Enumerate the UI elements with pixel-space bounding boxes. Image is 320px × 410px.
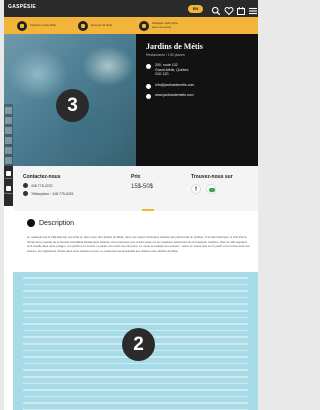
address-row: 200, route 132 Grand-Métis, Québec G0J 1… [146,63,258,77]
listing-photo[interactable]: 3 [4,34,136,166]
photo-thumbnail[interactable] [5,147,12,154]
send-listing-button[interactable]: Envoyer la fiche [78,20,123,31]
phone-row[interactable]: 418 775-2222 [23,183,74,188]
bullet-icon [27,219,35,227]
contact-heading: Contactez-nous [23,174,61,180]
share-icon [139,20,149,31]
save-icon [17,20,27,31]
rail-label-share: Partager [4,193,13,195]
description-header: Description [27,219,74,227]
globe-icon [146,93,151,99]
share-rail-icon[interactable] [6,186,11,191]
tripadvisor-icon[interactable] [206,184,216,194]
share-listing-button[interactable]: Partager cette fiche avec vos amis [139,20,184,31]
print-listing-label: Imprimer cette fiche [30,22,57,27]
price-value: 15$-50$ [131,184,154,190]
top-navigation-bar: GASPÉSIE EN [4,0,258,17]
listing-details: Contactez-nous 418 775-2222 Télécopieur … [13,166,258,211]
description-text: Le restaurant de la Villa Estevan est ni… [27,235,250,253]
calendar-icon[interactable] [236,3,246,15]
rail-label-contact: Contact [4,178,13,180]
email-row[interactable]: info@jardinsdemetis.com [146,83,258,89]
photo-thumbnail[interactable] [5,107,12,114]
language-toggle[interactable]: EN [188,5,203,13]
photo-thumbnail[interactable] [5,117,12,124]
listing-action-bar: Imprimer cette fiche Envoyer la fiche Pa… [4,17,258,34]
fax-number: Télécopieur : 418 775-6201 [31,191,74,196]
listing-title: Jardins de Métis [146,42,203,51]
phone-icon [23,183,28,188]
description-section: Description Le restaurant de la Villa Es… [13,211,258,272]
highlighted-content-region: 2 [13,272,258,410]
photo-thumbnail[interactable] [5,157,12,164]
logo-text: GASPÉSIE [8,4,36,10]
phone-number[interactable]: 418 775-2222 [31,184,53,188]
region-marker-badge: 2 [122,328,155,361]
print-listing-button[interactable]: Imprimer cette fiche [17,20,62,31]
menu-icon[interactable] [248,3,258,15]
send-icon [78,20,88,31]
photo-thumbnail[interactable] [5,127,12,134]
website-link[interactable]: www.jardinsdemetis.com [155,93,194,98]
fax-row: Télécopieur : 418 775-6201 [23,191,74,196]
fax-icon [23,191,28,196]
contact-section: Contactez-nous 418 775-2222 Télécopieur … [23,174,74,196]
heart-icon[interactable] [224,3,234,16]
email-icon [146,83,151,89]
location-pin-icon [146,64,151,69]
site-logo[interactable]: GASPÉSIE [8,4,36,11]
side-rail: Contact Partager [4,166,13,206]
listing-hero: 3 Jardins de Métis Restaurants / 130 pla… [4,34,258,166]
price-section: Prix 15$-50$ [131,174,153,190]
share-listing-label: Partager cette fiche avec vos amis [152,20,179,29]
photo-thumbnail[interactable] [5,137,12,144]
hero-marker-badge: 3 [56,89,89,122]
description-heading: Description [39,219,75,227]
photo-thumbnail-strip[interactable] [4,104,13,166]
social-heading: Trouvez-nous sur [191,174,233,180]
address-line: G0J 1Z0 [155,72,169,76]
address: 200, route 132 Grand-Métis, Québec G0J 1… [155,63,188,77]
search-icon[interactable] [211,3,221,16]
social-links: f [191,184,233,194]
email-link[interactable]: info@jardinsdemetis.com [155,83,194,88]
contact-rail-icon[interactable] [6,171,11,176]
website-row[interactable]: www.jardinsdemetis.com [146,93,258,99]
facebook-icon[interactable]: f [191,184,201,194]
listing-info-card: Jardins de Métis Restaurants / 130 place… [136,34,258,166]
listing-subtitle: Restaurants / 130 places [146,53,185,57]
price-heading: Prix [131,174,141,180]
listing-page: GASPÉSIE EN Imprimer cette fiche Envoyer… [4,0,258,410]
send-listing-label: Envoyer la fiche [91,22,113,27]
social-section: Trouvez-nous sur f [191,174,233,194]
